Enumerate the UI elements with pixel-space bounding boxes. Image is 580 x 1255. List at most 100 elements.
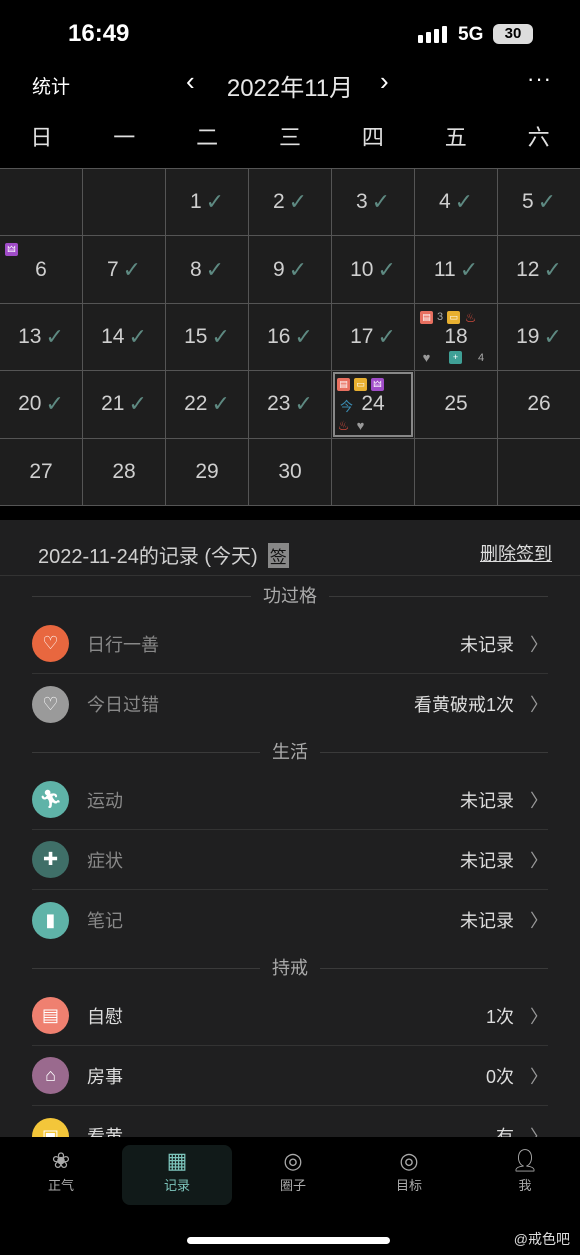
day-number: 9 — [272, 257, 285, 281]
tab-label: 圈子 — [279, 1178, 306, 1193]
calendar-day[interactable]: 12 ✓ — [498, 236, 580, 303]
more-button[interactable]: ··· — [527, 66, 552, 92]
calendar-day[interactable]: 15 ✓ — [166, 303, 248, 371]
record-label: 自慰 — [87, 1006, 123, 1027]
calendar-day[interactable]: 1 ✓ — [166, 169, 248, 236]
delete-checkin-link[interactable]: 删除签到 — [480, 540, 552, 566]
next-month-button[interactable]: › — [380, 66, 389, 97]
calendar-day[interactable]: 30 — [249, 438, 331, 505]
calendar-day[interactable]: 19 ✓ — [498, 303, 580, 371]
house-icon: ⌂ — [32, 1057, 69, 1094]
calendar-day[interactable]: 29 — [166, 438, 248, 505]
tab-label: 我 — [518, 1178, 532, 1193]
record-value: 未记录 — [460, 634, 514, 655]
record-label: 今日过错 — [87, 695, 159, 715]
day-number: 10 — [350, 257, 374, 281]
toilet-paper-icon: ▤ — [420, 310, 433, 324]
day-number: 24 — [361, 392, 385, 416]
calendar-day[interactable]: 11 ✓ — [415, 236, 497, 303]
day-number: 5 — [521, 190, 534, 214]
calendar-day[interactable]: ▤ ▭ 🜲 今 24 ♨ ♥ — [332, 371, 414, 438]
calendar-day[interactable]: 14 ✓ — [83, 303, 165, 371]
calendar-day[interactable]: 22 ✓ — [166, 371, 248, 438]
day-number: 4 — [438, 190, 451, 214]
record-row[interactable]: ▤ 自慰 1次 〉 — [32, 986, 548, 1046]
tab-circle[interactable]: ◎ 圈子 — [238, 1145, 348, 1205]
calendar-day[interactable]: ▤ 3 ▭ ♨ 18 ♥ +4 — [415, 303, 497, 371]
day-number: 16 — [267, 324, 291, 348]
calendar-day[interactable]: 27 — [0, 438, 82, 505]
check-icon: ✓ — [294, 391, 313, 417]
day-number: 18 — [444, 324, 468, 348]
check-icon: ✓ — [454, 189, 474, 215]
tab-lotus[interactable]: ❀ 正气 — [6, 1145, 116, 1205]
record-row[interactable]: 🏃︎ 运动 未记录 〉 — [32, 770, 548, 830]
day-number: 12 — [516, 257, 540, 281]
check-icon: ✓ — [128, 391, 147, 417]
check-icon: ✓ — [543, 256, 562, 282]
check-icon: ✓ — [537, 189, 557, 215]
record-label: 症状 — [87, 850, 123, 871]
day-number: 30 — [278, 459, 302, 483]
calendar-day[interactable]: 5 ✓ — [498, 169, 580, 236]
record-row[interactable]: ♡ 今日过错 看黄破戒1次 〉 — [32, 674, 548, 734]
check-icon: ✓ — [294, 323, 313, 349]
monitor-icon: ▭ — [447, 310, 461, 324]
calendar-day[interactable]: 3 ✓ — [332, 169, 414, 236]
check-icon: ✓ — [128, 323, 147, 349]
chevron-right-icon: 〉 — [530, 634, 548, 655]
record-row[interactable]: ▮ 笔记 未记录 〉 — [32, 890, 548, 950]
running-icon: 🏃︎ — [32, 781, 69, 818]
calendar-day[interactable]: 20 ✓ — [0, 371, 82, 438]
prev-month-button[interactable]: ‹ — [186, 66, 195, 97]
calendar-day[interactable]: 2 ✓ — [249, 169, 331, 236]
calendar-day[interactable]: 7 ✓ — [83, 236, 165, 303]
calendar-day[interactable]: 🜲 6 — [0, 236, 82, 303]
day-number: 29 — [195, 459, 219, 483]
calendar-day — [415, 438, 497, 505]
weekday-label: 日 — [30, 125, 53, 150]
day-icons-bottom: ♥ +4 — [420, 351, 484, 365]
check-icon: ✓ — [543, 323, 562, 349]
weekday-label: 一 — [113, 125, 136, 150]
calendar-day[interactable]: 17 ✓ — [332, 303, 414, 371]
record-row[interactable]: ✚ 症状 未记录 〉 — [32, 830, 548, 890]
day-number: 27 — [29, 459, 53, 483]
broken-heart-icon: ♡ — [32, 685, 69, 723]
tab-target[interactable]: ◎ 目标 — [354, 1145, 464, 1205]
day-number: 22 — [184, 392, 208, 416]
calendar-day[interactable]: 10 ✓ — [332, 236, 414, 303]
weekday-label: 六 — [527, 125, 550, 150]
calendar-day[interactable]: 4 ✓ — [415, 169, 497, 236]
calendar-day[interactable]: 8 ✓ — [166, 236, 248, 303]
record-value: 0次 — [485, 1066, 514, 1087]
pixel-figure-icon: 🜲 — [5, 243, 18, 257]
calendar-day[interactable]: 9 ✓ — [249, 236, 331, 303]
calendar-day[interactable]: 28 — [83, 438, 165, 505]
record-row[interactable]: ⌂ 房事 0次 〉 — [32, 1046, 548, 1106]
check-icon: ✓ — [288, 256, 308, 282]
day-number: 1 — [189, 190, 202, 214]
day-number: 19 — [516, 324, 540, 348]
calendar-day[interactable]: 16 ✓ — [249, 303, 331, 371]
calendar-day[interactable]: 25 — [415, 371, 497, 438]
day-number: 3 — [355, 190, 368, 214]
record-row[interactable]: ♡ 日行一善 未记录 〉 — [32, 614, 548, 674]
calendar-day[interactable]: 13 ✓ — [0, 303, 82, 371]
day-number: 20 — [18, 392, 42, 416]
check-icon: ✓ — [122, 256, 142, 282]
calendar-day[interactable]: 21 ✓ — [83, 371, 165, 438]
signal-icon — [418, 26, 447, 43]
day-number: 6 — [35, 257, 47, 281]
calendar-day — [498, 438, 580, 505]
day-number: 7 — [106, 257, 119, 281]
tab-calendar[interactable]: ▦ 记录 — [122, 1145, 232, 1205]
record-value: 未记录 — [460, 850, 514, 871]
day-icons-top: ▤ ▭ 🜲 — [337, 378, 384, 392]
monitor-icon: ▭ — [354, 378, 367, 392]
day-icons-top: 🜲 — [5, 243, 18, 257]
calendar-day[interactable]: 23 ✓ — [249, 371, 331, 438]
calendar-day[interactable]: 26 — [498, 371, 580, 438]
tab-user[interactable]: 👤︎ 我 — [470, 1145, 580, 1205]
day-number: 11 — [433, 257, 456, 281]
